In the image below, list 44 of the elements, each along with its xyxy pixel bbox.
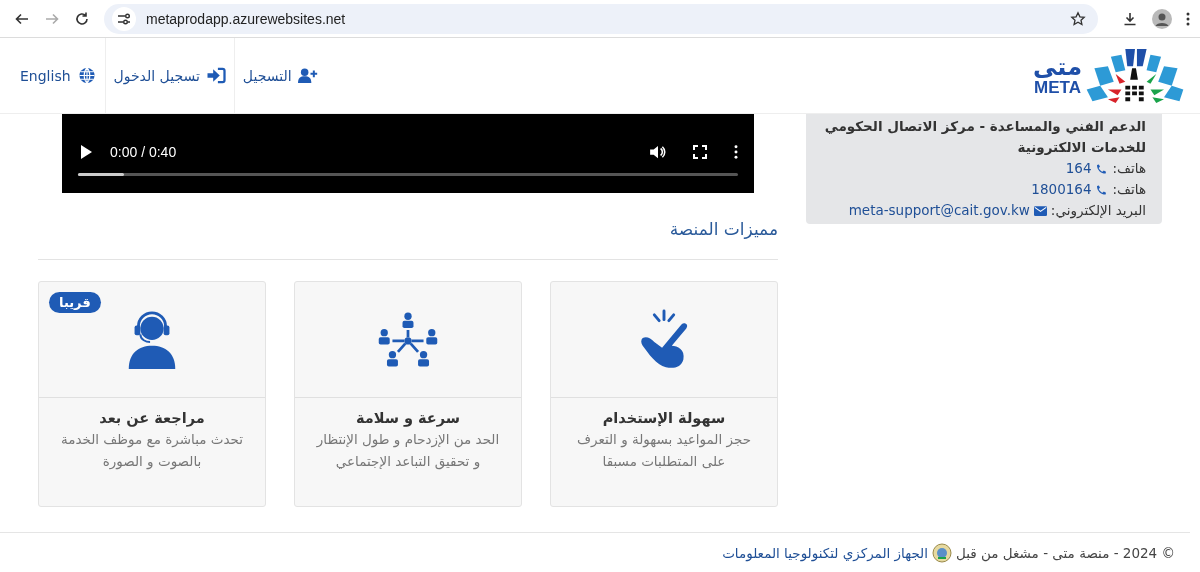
logo-text: META [1034, 79, 1081, 96]
fullscreen-icon[interactable] [692, 145, 708, 159]
organization-link[interactable]: الجهاز المركزي لتكنولوجيا المعلومات [722, 545, 928, 561]
site-settings-icon [112, 6, 136, 31]
feature-title: مراجعة عن بعد [98, 410, 206, 426]
phone-icon [1095, 183, 1109, 196]
volume-icon[interactable] [650, 145, 666, 159]
envelope-icon [1033, 204, 1047, 217]
phone-icon [1095, 162, 1109, 175]
nav-link[interactable]: تسجيل الدخول [104, 38, 234, 113]
contact-link[interactable]: 164 [1065, 158, 1092, 179]
contact-link[interactable]: meta-support@cait.gov.kw [848, 200, 1030, 221]
coming-soon-badge: قريبا [49, 292, 101, 313]
contact-label: هاتف: [1112, 159, 1146, 178]
feature-title: سهولة الإستخدام [601, 410, 727, 426]
star-icon[interactable] [1070, 10, 1086, 27]
address-bar[interactable]: metaprodapp.azurewebsites.net [104, 3, 1098, 34]
play-icon[interactable] [78, 145, 94, 159]
nav-link[interactable]: التسجيل [233, 38, 326, 113]
feature-description: الحد من الإزدحام و طول الإنتظار و تحقيق التباعد الإجتماعي [315, 430, 501, 472]
emblem-icon [932, 543, 952, 563]
copyright-text: © 2024 - منصة متى - مشغل من قبل [956, 545, 1175, 561]
contact-link[interactable]: 1800164 [1031, 179, 1092, 200]
feature-title: سرعة و سلامة [354, 410, 462, 426]
avatar[interactable] [1152, 8, 1172, 29]
contact-label: هاتف: [1112, 180, 1146, 199]
support-title: الدعم الفني والمساعدة - مركز الاتصال الحكومي للخدمات الالكترونية [823, 117, 1146, 157]
section-heading: مميزات المنصة [668, 219, 778, 239]
reload-icon[interactable] [74, 10, 90, 27]
nav-link[interactable]: English [12, 38, 105, 113]
globe-icon [76, 67, 97, 84]
video-player[interactable]: 0:00 / 0:40 [62, 114, 754, 193]
download-icon[interactable] [1122, 10, 1138, 27]
more-icon[interactable] [734, 145, 738, 159]
feature-description: تحدث مباشرة مع موظف الخدمة بالصوت و الصورة [59, 430, 245, 472]
contact-label: البريد الإلكتروني: [1050, 201, 1146, 221]
video-time: 0:00 / 0:40 [110, 144, 177, 160]
menu-icon[interactable] [1186, 10, 1190, 27]
video-progress-bar[interactable] [78, 173, 738, 176]
logo-text: متى [1033, 55, 1082, 79]
emblem-icon [1086, 46, 1184, 105]
feature-description: حجز المواعيد بسهولة و التعرف على المتطلبات مسبقا [575, 430, 752, 471]
sign-in-icon [205, 67, 226, 84]
add-user-icon [297, 67, 318, 84]
